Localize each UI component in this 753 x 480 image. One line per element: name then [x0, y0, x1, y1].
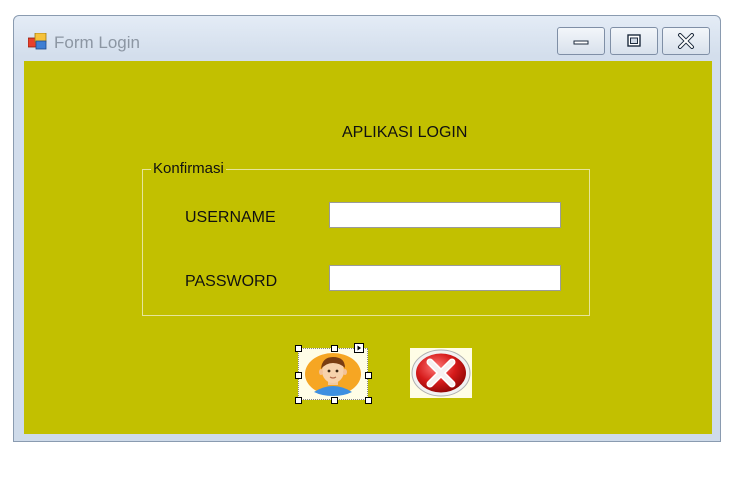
close-icon [678, 33, 694, 49]
red-x-icon [411, 349, 471, 397]
smart-tag-icon[interactable] [354, 343, 364, 353]
page-title: APLIKASI LOGIN [342, 124, 468, 141]
minimize-icon [573, 40, 589, 45]
maximize-icon [627, 34, 641, 47]
username-input[interactable] [329, 202, 561, 228]
resize-handle[interactable] [331, 397, 338, 404]
login-window: Form Login APLIKASI LOGIN Konfirmasi USE… [13, 15, 721, 442]
window-title: Form Login [54, 33, 140, 52]
login-button[interactable] [295, 343, 372, 404]
resize-handle[interactable] [295, 345, 302, 352]
user-avatar-icon [305, 353, 361, 396]
konfirmasi-groupbox: Konfirmasi [142, 160, 590, 316]
resize-handle[interactable] [365, 397, 372, 404]
username-label: USERNAME [185, 209, 276, 226]
maximize-button[interactable] [610, 27, 658, 55]
resize-handle[interactable] [365, 372, 372, 379]
close-button[interactable] [662, 27, 710, 55]
form-client-area: APLIKASI LOGIN Konfirmasi USERNAME PASSW… [24, 61, 712, 434]
resize-handle[interactable] [295, 372, 302, 379]
exit-button[interactable] [410, 348, 472, 398]
groupbox-label: Konfirmasi [151, 160, 226, 177]
resize-handle[interactable] [295, 397, 302, 404]
password-input[interactable] [329, 265, 561, 291]
resize-handle[interactable] [331, 345, 338, 352]
minimize-button[interactable] [557, 27, 605, 55]
form-app-icon [28, 33, 47, 50]
password-label: PASSWORD [185, 273, 278, 290]
title-bar[interactable]: Form Login [14, 16, 720, 60]
